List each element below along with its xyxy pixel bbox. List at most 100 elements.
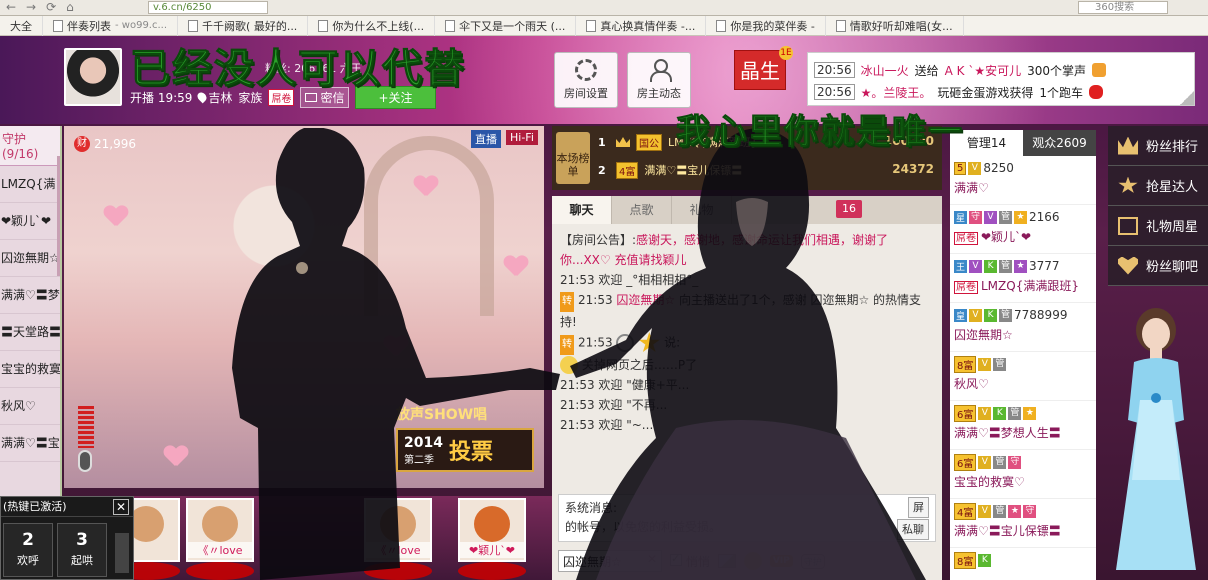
vip-icon: V <box>969 308 983 322</box>
bookmark-item[interactable]: 真心换真情伴奏 -... <box>576 15 707 36</box>
vip-icon[interactable]: VIP <box>769 555 793 567</box>
guard-icon: 守 <box>1008 455 1022 469</box>
guardian-scrollbar[interactable] <box>57 156 60 276</box>
bookmark-item[interactable]: 情歌好听却难唱(女... <box>826 15 964 36</box>
guardian-header[interactable]: 守护(9/16) <box>0 126 60 166</box>
heart-icon <box>1118 256 1138 275</box>
close-icon[interactable]: ✕ <box>113 499 129 515</box>
audience-item[interactable]: 8富 K <box>950 548 1096 580</box>
vip-icon: V <box>978 357 992 371</box>
guard-icon: 守 <box>1023 504 1037 518</box>
chat-target-select[interactable]: 囚迩無期☆ ✕ <box>558 550 662 572</box>
wealth-badge: 财 21,996 <box>74 136 136 152</box>
chat-line: 21:53 欢迎 "健康+平... <box>560 377 690 392</box>
feed-corner-icon <box>1180 91 1194 105</box>
bookmark-item[interactable]: 千千阙歌( 最好的... <box>178 15 309 36</box>
guardian-item[interactable]: 满满♡〓宝 <box>0 425 60 462</box>
vote-banner[interactable]: 放声SHOW唱 2014 第二季 投票 <box>396 404 534 474</box>
emoji-picker-icon[interactable] <box>743 552 762 570</box>
thumb-stand <box>458 562 526 580</box>
fan-thumbnail[interactable]: 《〃love <box>364 498 432 562</box>
manager-icon: 管 <box>999 308 1013 322</box>
quiet-checkbox[interactable] <box>670 552 682 566</box>
browser-nav-icons[interactable]: ←→⟳⌂ <box>6 0 84 14</box>
chat-line: 关掉网页之后……P了 <box>560 355 934 375</box>
tab-viewers[interactable]: 观众2609 <box>1023 130 1096 156</box>
fan-thumbnail[interactable]: ❤颖儿`❤ <box>458 498 526 562</box>
bookmark-item[interactable]: 你是我的菜伴奏 - <box>706 15 826 36</box>
guard-icon[interactable]: 守护 <box>800 553 825 569</box>
star-grabber-button[interactable]: 抢星达人 <box>1108 166 1208 206</box>
audience-item[interactable]: 6富 V 管守 宝宝的救寞♡ <box>950 450 1096 499</box>
tab-chat[interactable]: 聊天 <box>552 196 612 224</box>
owner-news-button[interactable]: 房主动态 <box>627 52 691 108</box>
heart-icon <box>504 256 528 278</box>
live-tag[interactable]: 直播 <box>471 130 501 148</box>
bookmark-item[interactable]: 大全 <box>0 15 43 36</box>
guardian-list: 守护(9/16) LMZQ{满 ❤颖儿`❤ 囚迩無期☆ 满满♡〓梦 〓天堂路〓 … <box>0 126 62 496</box>
fan-chat-button[interactable]: 粉丝聊吧 <box>1108 246 1208 286</box>
thumb-art <box>380 506 416 542</box>
rank-tag[interactable]: 本场榜单 <box>556 132 590 184</box>
clear-screen-button[interactable]: 屏 <box>908 497 929 518</box>
chat-line: 转 21:53 说: <box>560 332 934 355</box>
bookmark-item[interactable]: 伴奏列表 - wo99.c... <box>43 15 179 36</box>
sportscar-gift-icon <box>1089 85 1104 99</box>
guardian-item[interactable]: ❤颖儿`❤ <box>0 203 60 240</box>
audience-item[interactable]: 王 V K 管 ★ 3777 屌卷 LMZQ{满满跟班} <box>950 254 1096 303</box>
bookmark-item[interactable]: 伞下又是一个雨天 (... <box>435 15 577 36</box>
king-icon: K <box>993 406 1007 420</box>
tab-gifts[interactable]: 礼物 <box>672 196 732 224</box>
hotkey-panel: (热键已激活) ✕ 2 欢呼 3 起哄 <box>0 496 134 580</box>
guardian-item[interactable]: 满满♡〓梦 <box>0 277 60 314</box>
audience-item[interactable]: 5 V 8250 满满♡ <box>950 156 1096 205</box>
manager-icon: 管 <box>993 455 1007 469</box>
gift-feed: 20:56 冰山一火 送给 A K `★安可儿 300个掌声 20:56 ★。兰… <box>807 52 1195 106</box>
crystal-level: 1E <box>779 46 793 60</box>
fan-thumbnail[interactable]: 《〃love <box>186 498 254 562</box>
mic-icon[interactable] <box>78 450 92 472</box>
manager-icon: 管 <box>999 210 1013 224</box>
address-bar[interactable]: v.6.cn/6250 <box>148 1 268 14</box>
room-settings-button[interactable]: 房间设置 <box>554 52 618 108</box>
vip-icon: V <box>978 504 992 518</box>
image-icon[interactable] <box>717 554 736 568</box>
bookmark-item[interactable]: 你为什么不上线(... <box>308 15 436 36</box>
page-icon <box>318 19 329 32</box>
boo-hotkey-button[interactable]: 3 起哄 <box>57 523 107 577</box>
guardian-item[interactable]: 宝宝的救寞 <box>0 351 60 388</box>
emoji-icon <box>560 356 578 374</box>
tab-song-request[interactable]: 点歌 <box>612 196 672 224</box>
audience-item[interactable]: 4富 V 管 ★ 守 满满♡〓宝儿保镖〓 <box>950 499 1096 548</box>
hotkey-scrollbar[interactable] <box>115 533 129 573</box>
audience-item[interactable]: 星守 V 管 ★ 2166 屌卷 ❤颖儿`❤ <box>950 205 1096 254</box>
audience-item[interactable]: 8富 V 管 秋风♡ <box>950 352 1096 401</box>
hifi-tag[interactable]: Hi-Fi <box>506 130 538 145</box>
crystal-badge[interactable]: 晶生 <box>734 50 786 90</box>
audience-item[interactable]: 6富 V K 管 ★ 满满♡〓梦想人生〓 <box>950 401 1096 450</box>
star-icon <box>1118 176 1138 193</box>
audience-tabs: 管理14 观众2609 <box>950 130 1096 156</box>
browser-search-input[interactable]: 360搜索 <box>1078 1 1168 14</box>
guardian-item[interactable]: 〓天堂路〓 <box>0 314 60 351</box>
guardian-item[interactable]: 囚迩無期☆ <box>0 240 60 277</box>
audience-item[interactable]: 皇 V K 管 7788999 囚迩無期☆ <box>950 303 1096 352</box>
anchor-avatar[interactable] <box>64 48 122 106</box>
rank-row[interactable]: 2 4富 满满♡〓宝儿保镖〓 <box>598 158 742 182</box>
video-background <box>214 146 334 306</box>
thumb-art <box>474 506 510 542</box>
king-icon: K <box>984 259 998 273</box>
gift-weekly-star-button[interactable]: 礼物周星 <box>1108 206 1208 246</box>
private-chat-button[interactable]: 私聊 <box>897 519 929 540</box>
clear-target-icon[interactable]: ✕ <box>647 552 657 566</box>
star-icon: ★ <box>1014 259 1028 273</box>
manager-icon: 管 <box>993 504 1007 518</box>
guardian-item[interactable]: LMZQ{满 <box>0 166 60 203</box>
guardian-item[interactable]: 秋风♡ <box>0 388 60 425</box>
cheer-hotkey-button[interactable]: 2 欢呼 <box>3 523 53 577</box>
gift-feed-row: 20:56 ★。兰陵王。 玩砸金蛋游戏获得 1个跑车 <box>814 81 1188 103</box>
chat-line: 转 21:53 囚迩無期☆ 向主播送出了1个，感谢 囚迩無期☆ 的热情支持! <box>560 292 922 329</box>
quiet-toggle[interactable]: 悄悄 <box>670 552 710 570</box>
fan-ranking-button[interactable]: 粉丝排行 <box>1108 126 1208 166</box>
heart-icon <box>384 336 408 358</box>
